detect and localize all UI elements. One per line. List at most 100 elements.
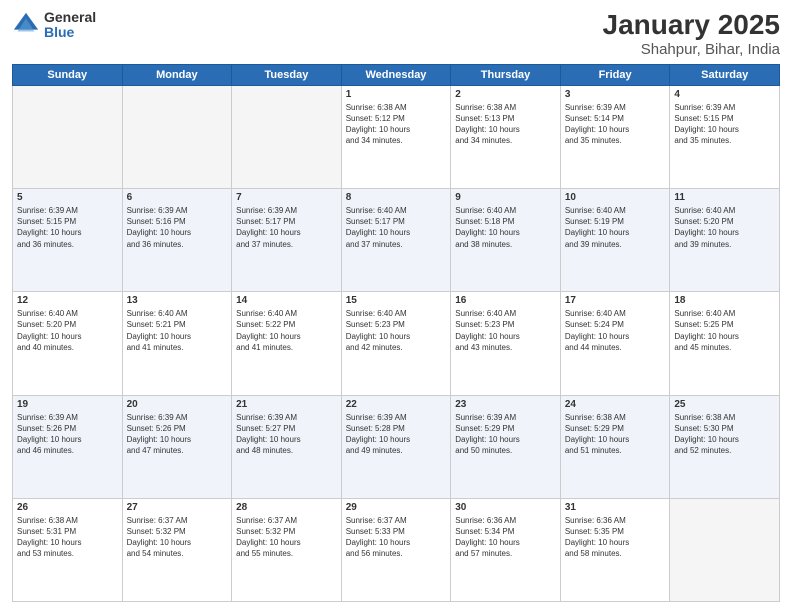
table-row (122, 85, 232, 188)
day-info: Sunrise: 6:37 AM Sunset: 5:32 PM Dayligh… (127, 515, 228, 560)
calendar-week-row: 5 Sunrise: 6:39 AM Sunset: 5:15 PM Daylig… (13, 189, 780, 292)
table-row: 10 Sunrise: 6:40 AM Sunset: 5:19 PM Dayli… (560, 189, 670, 292)
table-row: 13Sunrise: 6:40 AM Sunset: 5:21 PM Dayli… (122, 292, 232, 395)
table-row: 11Sunrise: 6:40 AM Sunset: 5:20 PM Dayli… (670, 189, 780, 292)
table-row: 25 Sunrise: 6:38 AM Sunset: 5:30 PM Dayli… (670, 395, 780, 498)
day-info: Sunrise: 6:40 AM Sunset: 5:18 PM Dayligh… (455, 205, 556, 250)
table-row: 15Sunrise: 6:40 AM Sunset: 5:23 PM Dayli… (341, 292, 451, 395)
day-number: 1 (346, 89, 447, 100)
header-friday: Friday (560, 64, 670, 85)
table-row: 26 Sunrise: 6:38 AM Sunset: 5:31 PM Dayli… (13, 498, 123, 601)
table-row: 24Sunrise: 6:38 AM Sunset: 5:29 PM Dayli… (560, 395, 670, 498)
day-info: Sunrise: 6:39 AM Sunset: 5:14 PM Dayligh… (565, 102, 666, 147)
day-info: Sunrise: 6:40 AM Sunset: 5:19 PM Dayligh… (565, 205, 666, 250)
logo-icon (12, 11, 40, 39)
table-row: 7Sunrise: 6:39 AM Sunset: 5:17 PM Daylig… (232, 189, 342, 292)
logo-text: General Blue (44, 10, 96, 41)
table-row: 1 Sunrise: 6:38 AM Sunset: 5:12 PM Daylig… (341, 85, 451, 188)
table-row (13, 85, 123, 188)
day-number: 26 (17, 502, 118, 513)
day-info: Sunrise: 6:39 AM Sunset: 5:29 PM Dayligh… (455, 412, 556, 457)
table-row: 6 Sunrise: 6:39 AM Sunset: 5:16 PM Daylig… (122, 189, 232, 292)
day-info: Sunrise: 6:39 AM Sunset: 5:16 PM Dayligh… (127, 205, 228, 250)
table-row: 17 Sunrise: 6:40 AM Sunset: 5:24 PM Dayli… (560, 292, 670, 395)
day-info: Sunrise: 6:40 AM Sunset: 5:23 PM Dayligh… (346, 308, 447, 353)
table-row: 9Sunrise: 6:40 AM Sunset: 5:18 PM Daylig… (451, 189, 561, 292)
day-info: Sunrise: 6:36 AM Sunset: 5:35 PM Dayligh… (565, 515, 666, 560)
day-number: 29 (346, 502, 447, 513)
day-info: Sunrise: 6:36 AM Sunset: 5:34 PM Dayligh… (455, 515, 556, 560)
calendar-week-row: 12 Sunrise: 6:40 AM Sunset: 5:20 PM Dayli… (13, 292, 780, 395)
day-info: Sunrise: 6:38 AM Sunset: 5:30 PM Dayligh… (674, 412, 775, 457)
day-info: Sunrise: 6:39 AM Sunset: 5:17 PM Dayligh… (236, 205, 337, 250)
day-info: Sunrise: 6:40 AM Sunset: 5:21 PM Dayligh… (127, 308, 228, 353)
logo: General Blue (12, 10, 96, 41)
calendar-week-row: 26 Sunrise: 6:38 AM Sunset: 5:31 PM Dayli… (13, 498, 780, 601)
day-number: 23 (455, 399, 556, 410)
day-number: 8 (346, 192, 447, 203)
day-number: 3 (565, 89, 666, 100)
day-info: Sunrise: 6:39 AM Sunset: 5:15 PM Dayligh… (17, 205, 118, 250)
day-number: 16 (455, 295, 556, 306)
day-number: 19 (17, 399, 118, 410)
day-info: Sunrise: 6:37 AM Sunset: 5:33 PM Dayligh… (346, 515, 447, 560)
day-info: Sunrise: 6:40 AM Sunset: 5:25 PM Dayligh… (674, 308, 775, 353)
table-row: 30 Sunrise: 6:36 AM Sunset: 5:34 PM Dayli… (451, 498, 561, 601)
day-number: 25 (674, 399, 775, 410)
day-info: Sunrise: 6:40 AM Sunset: 5:20 PM Dayligh… (674, 205, 775, 250)
table-row: 27 Sunrise: 6:37 AM Sunset: 5:32 PM Dayli… (122, 498, 232, 601)
table-row: 2 Sunrise: 6:38 AM Sunset: 5:13 PM Daylig… (451, 85, 561, 188)
table-row: 4 Sunrise: 6:39 AM Sunset: 5:15 PM Daylig… (670, 85, 780, 188)
day-info: Sunrise: 6:40 AM Sunset: 5:17 PM Dayligh… (346, 205, 447, 250)
day-number: 17 (565, 295, 666, 306)
table-row: 8 Sunrise: 6:40 AM Sunset: 5:17 PM Daylig… (341, 189, 451, 292)
table-row: 20 Sunrise: 6:39 AM Sunset: 5:26 PM Dayli… (122, 395, 232, 498)
day-info: Sunrise: 6:38 AM Sunset: 5:12 PM Dayligh… (346, 102, 447, 147)
table-row: 21 Sunrise: 6:39 AM Sunset: 5:27 PM Dayli… (232, 395, 342, 498)
table-row: 12 Sunrise: 6:40 AM Sunset: 5:20 PM Dayli… (13, 292, 123, 395)
day-number: 6 (127, 192, 228, 203)
title-block: January 2025 Shahpur, Bihar, India (603, 10, 780, 58)
calendar-title: January 2025 (603, 10, 780, 41)
day-info: Sunrise: 6:40 AM Sunset: 5:23 PM Dayligh… (455, 308, 556, 353)
header-tuesday: Tuesday (232, 64, 342, 85)
day-number: 20 (127, 399, 228, 410)
day-number: 21 (236, 399, 337, 410)
day-number: 27 (127, 502, 228, 513)
day-info: Sunrise: 6:39 AM Sunset: 5:26 PM Dayligh… (127, 412, 228, 457)
day-info: Sunrise: 6:39 AM Sunset: 5:27 PM Dayligh… (236, 412, 337, 457)
header-monday: Monday (122, 64, 232, 85)
calendar-week-row: 19 Sunrise: 6:39 AM Sunset: 5:26 PM Dayli… (13, 395, 780, 498)
header-thursday: Thursday (451, 64, 561, 85)
header-wednesday: Wednesday (341, 64, 451, 85)
table-row (232, 85, 342, 188)
day-number: 30 (455, 502, 556, 513)
day-info: Sunrise: 6:40 AM Sunset: 5:24 PM Dayligh… (565, 308, 666, 353)
page: General Blue January 2025 Shahpur, Bihar… (0, 0, 792, 612)
day-number: 18 (674, 295, 775, 306)
table-row: 5 Sunrise: 6:39 AM Sunset: 5:15 PM Daylig… (13, 189, 123, 292)
day-number: 10 (565, 192, 666, 203)
day-info: Sunrise: 6:39 AM Sunset: 5:15 PM Dayligh… (674, 102, 775, 147)
day-info: Sunrise: 6:37 AM Sunset: 5:32 PM Dayligh… (236, 515, 337, 560)
day-number: 12 (17, 295, 118, 306)
table-row (670, 498, 780, 601)
day-number: 4 (674, 89, 775, 100)
day-info: Sunrise: 6:38 AM Sunset: 5:13 PM Dayligh… (455, 102, 556, 147)
table-row: 28 Sunrise: 6:37 AM Sunset: 5:32 PM Dayli… (232, 498, 342, 601)
day-info: Sunrise: 6:38 AM Sunset: 5:31 PM Dayligh… (17, 515, 118, 560)
table-row: 19Sunrise: 6:39 AM Sunset: 5:26 PM Dayli… (13, 395, 123, 498)
table-row: 14Sunrise: 6:40 AM Sunset: 5:22 PM Dayli… (232, 292, 342, 395)
day-info: Sunrise: 6:40 AM Sunset: 5:20 PM Dayligh… (17, 308, 118, 353)
day-number: 24 (565, 399, 666, 410)
logo-general-text: General (44, 10, 96, 25)
day-number: 28 (236, 502, 337, 513)
day-info: Sunrise: 6:39 AM Sunset: 5:28 PM Dayligh… (346, 412, 447, 457)
day-number: 2 (455, 89, 556, 100)
table-row: 16 Sunrise: 6:40 AM Sunset: 5:23 PM Dayli… (451, 292, 561, 395)
day-number: 5 (17, 192, 118, 203)
calendar-table: Sunday Monday Tuesday Wednesday Thursday… (12, 64, 780, 602)
table-row: 23 Sunrise: 6:39 AM Sunset: 5:29 PM Dayli… (451, 395, 561, 498)
day-number: 31 (565, 502, 666, 513)
table-row: 29 Sunrise: 6:37 AM Sunset: 5:33 PM Dayli… (341, 498, 451, 601)
